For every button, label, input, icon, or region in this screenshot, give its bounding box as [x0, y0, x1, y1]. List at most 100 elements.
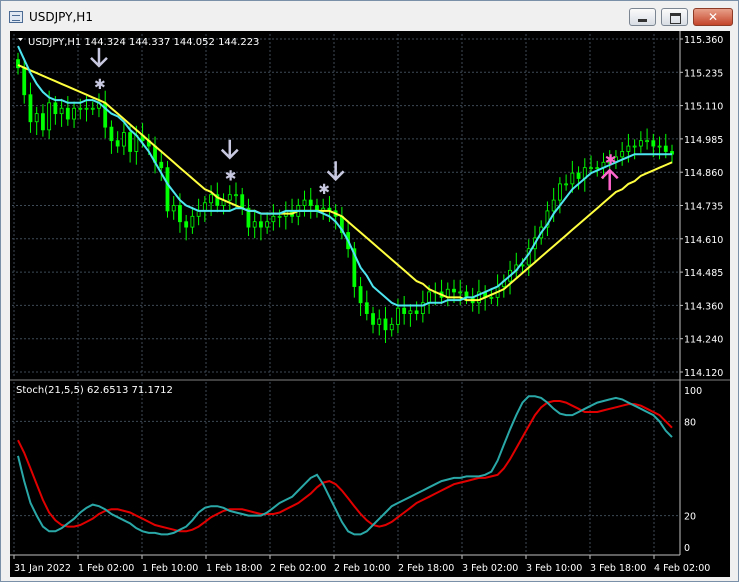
- candle-body: [72, 107, 76, 120]
- sell-arrow-icon: [326, 161, 345, 182]
- candle-body: [414, 310, 419, 314]
- candle-body: [165, 167, 170, 212]
- candle-body: [383, 318, 388, 331]
- price-label: 114.240: [684, 335, 723, 346]
- candle-body: [259, 221, 263, 228]
- price-label: 114.485: [684, 268, 723, 279]
- signals: ✱ ✱ ✱ ✱: [90, 47, 619, 198]
- candle-body: [159, 161, 164, 169]
- candle-body: [277, 215, 282, 218]
- star-icon: ✱: [318, 182, 330, 198]
- candle-body: [128, 132, 133, 152]
- buy-arrow-icon: [600, 168, 619, 191]
- time-label: 1 Feb 10:00: [142, 563, 198, 574]
- candle-body: [308, 199, 313, 206]
- candle-body: [65, 107, 70, 120]
- candle-body: [190, 215, 195, 228]
- candle-body: [576, 172, 581, 179]
- chart-area[interactable]: ✱ ✱ ✱ ✱ 115.360 115.235 115.110 114.985 114.860…: [10, 31, 730, 577]
- price-label: 114.860: [684, 168, 723, 179]
- candle-body: [389, 323, 394, 331]
- candle-body: [638, 140, 643, 147]
- candle-body: [557, 183, 562, 201]
- candle-body: [53, 102, 58, 115]
- sell-arrow-icon: [220, 139, 239, 160]
- price-label: 114.985: [684, 135, 723, 146]
- close-icon: ✕: [707, 10, 719, 24]
- stoch-level-label: 100: [684, 386, 702, 397]
- candle-body: [22, 67, 27, 96]
- time-label: 2 Feb 02:00: [270, 563, 326, 574]
- candle-body: [178, 205, 182, 223]
- stoch-level-label: 80: [684, 417, 696, 428]
- stoch-signal-line: [17, 400, 673, 533]
- time-label: 2 Feb 10:00: [334, 563, 390, 574]
- candle-body: [109, 126, 114, 142]
- chart-window-icon: [9, 11, 23, 23]
- stochastic-panel: [10, 379, 730, 536]
- header-dropdown-icon[interactable]: [18, 38, 23, 41]
- candle-body: [620, 151, 625, 158]
- candle-body: [489, 296, 494, 299]
- candle-body: [84, 107, 89, 110]
- candles: [16, 52, 674, 344]
- candle-body: [551, 199, 556, 212]
- candle-body: [377, 318, 382, 325]
- candle-body: [657, 145, 662, 148]
- candle-body: [34, 113, 39, 123]
- time-label: 3 Feb 02:00: [462, 563, 518, 574]
- candle-body: [252, 221, 257, 228]
- candle-body: [184, 221, 189, 228]
- candle-body: [402, 307, 407, 314]
- price-chart-svg[interactable]: ✱ ✱ ✱ ✱ 115.360 115.235 115.110 114.985 114.860…: [10, 31, 730, 577]
- candle-body: [265, 221, 270, 228]
- candle-body: [358, 286, 363, 304]
- candle-body: [47, 102, 52, 131]
- candle-body: [78, 107, 83, 110]
- time-label: 2 Feb 18:00: [398, 563, 454, 574]
- buy-star-icon: ✱: [605, 152, 617, 168]
- candle-body: [302, 199, 307, 206]
- candle-body: [452, 288, 456, 293]
- candle-body: [234, 194, 238, 197]
- stoch-level-label: 20: [684, 512, 696, 523]
- stoch-level-label: 0: [684, 543, 690, 554]
- price-label: 114.360: [684, 301, 723, 312]
- time-label: 3 Feb 18:00: [590, 563, 646, 574]
- candle-body: [626, 145, 631, 152]
- price-panel-header: USDJPY,H1 144.324 144.337 144.052 144.22…: [28, 37, 259, 48]
- price-label: 114.610: [684, 235, 723, 246]
- price-label: 115.110: [684, 102, 723, 113]
- terminal-window: USDJPY,H1 ✕ ✱ ✱ ✱ ✱ 115.360 115.235 115.110 11…: [0, 0, 739, 582]
- candle-body: [121, 132, 126, 147]
- maximize-button[interactable]: [661, 8, 688, 26]
- candle-body: [28, 94, 33, 123]
- stoch-panel-header: Stoch(21,5,5) 62.6513 71.1712: [16, 385, 173, 396]
- candle-body: [645, 140, 649, 143]
- candle-body: [59, 107, 64, 115]
- candle-body: [632, 145, 637, 148]
- title-bar[interactable]: USDJPY,H1 ✕: [1, 1, 738, 33]
- grid: [12, 34, 678, 553]
- candle-body: [427, 291, 431, 304]
- candle-body: [371, 313, 375, 325]
- candle-body: [651, 140, 656, 147]
- sell-arrow-icon: [90, 47, 108, 68]
- candle-body: [570, 172, 575, 185]
- candle-body: [564, 183, 569, 186]
- candle-body: [41, 113, 45, 131]
- close-button[interactable]: ✕: [693, 8, 733, 26]
- star-icon: ✱: [94, 77, 106, 93]
- window-title: USDJPY,H1: [29, 10, 93, 24]
- candle-body: [90, 107, 95, 110]
- price-label: 115.235: [684, 68, 723, 79]
- minimize-button[interactable]: [629, 8, 656, 26]
- price-label: 114.735: [684, 202, 723, 213]
- candle-body: [209, 194, 213, 204]
- candle-body: [202, 202, 207, 212]
- price-label: 114.120: [684, 368, 723, 379]
- candle-body: [364, 302, 369, 314]
- star-icon: ✱: [225, 169, 237, 185]
- candle-body: [115, 140, 120, 147]
- time-label: 3 Feb 10:00: [526, 563, 582, 574]
